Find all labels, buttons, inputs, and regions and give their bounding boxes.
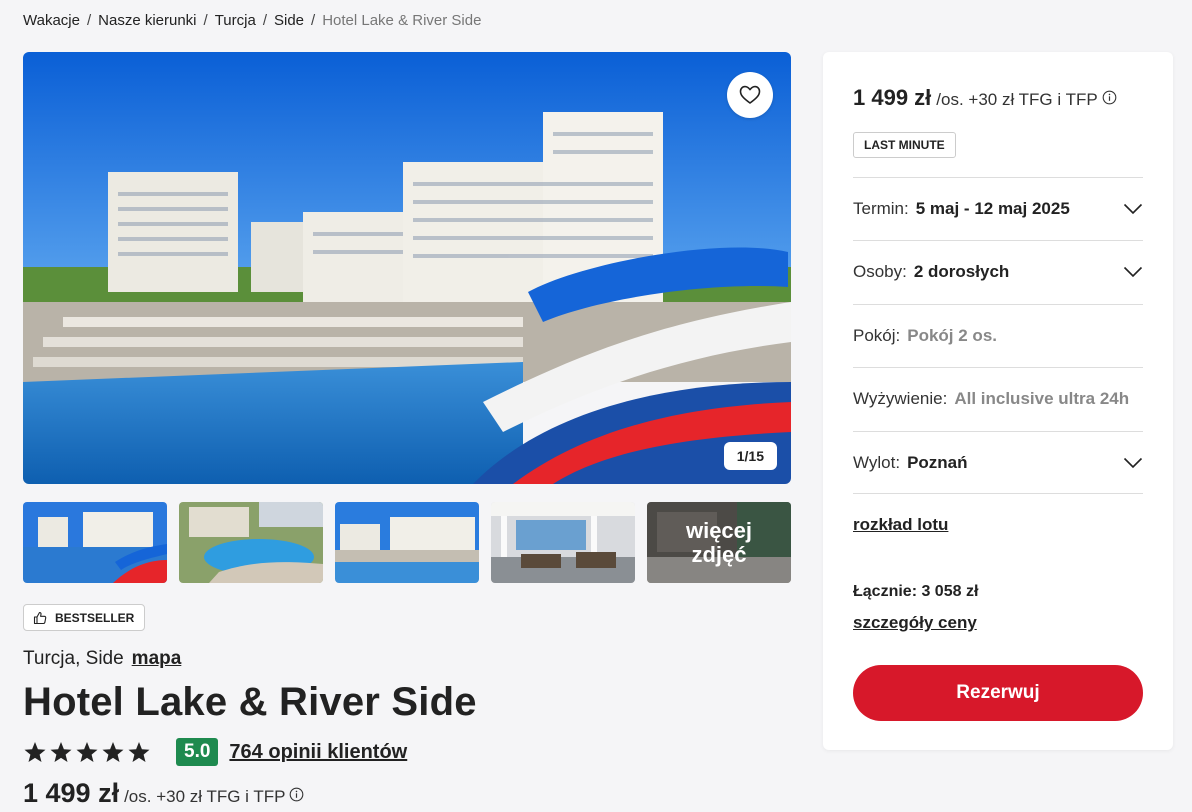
reserve-button[interactable]: Rezerwuj: [853, 665, 1143, 721]
wyzywienie-label: Wyżywienie:: [853, 389, 948, 408]
total-price: Łącznie: 3 058 zł: [853, 583, 979, 600]
star-icon: [24, 741, 46, 762]
reviews-link[interactable]: 764 opinii klientów: [229, 741, 407, 764]
info-icon[interactable]: [289, 787, 304, 802]
breadcrumb-turcja[interactable]: Turcja: [215, 12, 256, 29]
rating-row: 5.0 764 opinii klientów: [23, 738, 407, 766]
breadcrumb-separator: /: [262, 12, 267, 29]
chevron-down-icon: [1123, 457, 1143, 468]
thumbnail-image: [179, 502, 323, 583]
osoby-label: Osoby:: [853, 262, 907, 281]
termin-select[interactable]: Termin: 5 maj - 12 maj 2025: [853, 177, 1143, 240]
chevron-down-icon: [1123, 203, 1143, 215]
star-icon: [76, 741, 98, 762]
bestseller-badge: BESTSELLER: [23, 604, 146, 631]
wyzywienie-value: All inclusive ultra 24h: [954, 389, 1130, 408]
booking-price-suffix: /os. +30 zł TFG i TFP: [936, 90, 1098, 109]
thumbnail-strip: więcej zdjęć: [23, 502, 791, 583]
breadcrumb-wakacje[interactable]: Wakacje: [23, 12, 80, 29]
breadcrumb-separator: /: [86, 12, 92, 29]
pokoj-value: Pokój 2 os.: [907, 326, 997, 345]
thumbnail-image: [335, 502, 479, 583]
star-rating: [23, 741, 151, 764]
osoby-select[interactable]: Osoby: 2 dorosłych: [853, 240, 1143, 303]
hotel-photo-main: [23, 52, 791, 484]
thumbnail-4[interactable]: [491, 502, 635, 583]
thumbnail-image: [23, 502, 167, 583]
wylot-value: Poznań: [907, 452, 968, 472]
more-photos-label-line2: zdjęć: [691, 541, 747, 567]
wylot-select[interactable]: Wylot: Poznań: [853, 431, 1143, 494]
wyzywienie-field: Wyżywienie: All inclusive ultra 24h: [853, 367, 1143, 430]
star-icon: [50, 741, 72, 762]
thumbs-up-icon: [33, 611, 47, 624]
bestseller-label: BESTSELLER: [55, 610, 135, 625]
breadcrumb-side[interactable]: Side: [274, 12, 304, 29]
more-photos-label-line1: więcej: [685, 517, 753, 543]
breadcrumb-current: Hotel Lake & River Side: [322, 12, 482, 29]
flight-schedule-link[interactable]: rozkład lotu: [853, 515, 948, 535]
breadcrumb-nasze-kierunki[interactable]: Nasze kierunki: [98, 12, 196, 29]
breadcrumb: Wakacje / Nasze kierunki / Turcja / Side…: [23, 12, 481, 29]
thumbnail-image: [491, 502, 635, 583]
hero-photo[interactable]: 1/15: [23, 52, 791, 484]
price-details-link[interactable]: szczegóły ceny: [853, 613, 977, 633]
thumbnail-3[interactable]: [335, 502, 479, 583]
booking-price-value: 1 499 zł: [853, 85, 932, 110]
thumbnail-1[interactable]: [23, 502, 167, 583]
heart-icon: [739, 85, 761, 104]
termin-label: Termin:: [853, 199, 909, 218]
score-badge: 5.0: [176, 738, 219, 766]
pokoj-label: Pokój:: [853, 326, 901, 345]
termin-value: 5 maj - 12 maj 2025: [915, 199, 1070, 218]
info-icon[interactable]: [1102, 90, 1117, 105]
hotel-location: Turcja, Side mapa: [23, 648, 181, 670]
hotel-price: 1 499 zł /os. +30 zł TFG i TFP: [23, 778, 304, 809]
map-link[interactable]: mapa: [132, 648, 182, 669]
osoby-value: 2 dorosłych: [913, 262, 1010, 281]
price-value: 1 499 zł: [23, 778, 120, 808]
pokoj-field: Pokój: Pokój 2 os.: [853, 304, 1143, 367]
thumbnail-2[interactable]: [179, 502, 323, 583]
more-photos-overlay: więcej zdjęć: [647, 502, 791, 583]
chevron-down-icon: [1123, 266, 1143, 278]
breadcrumb-separator: /: [203, 12, 208, 29]
breadcrumb-separator: /: [311, 12, 316, 29]
booking-price: 1 499 zł /os. +30 zł TFG i TFP: [853, 85, 1117, 111]
location-text: Turcja, Side: [23, 648, 124, 669]
star-icon: [128, 741, 150, 762]
price-suffix: /os. +30 zł TFG i TFP: [124, 787, 286, 806]
star-icon: [102, 741, 124, 762]
gallery-counter: 1/15: [723, 442, 777, 470]
page-title: Hotel Lake & River Side: [23, 680, 477, 724]
last-minute-badge: LAST MINUTE: [853, 132, 956, 158]
more-photos-button[interactable]: więcej zdjęć: [647, 502, 791, 583]
booking-panel: 1 499 zł /os. +30 zł TFG i TFP LAST MINU…: [823, 52, 1173, 750]
wylot-label: Wylot:: [853, 452, 901, 472]
favorite-button[interactable]: [727, 72, 773, 118]
